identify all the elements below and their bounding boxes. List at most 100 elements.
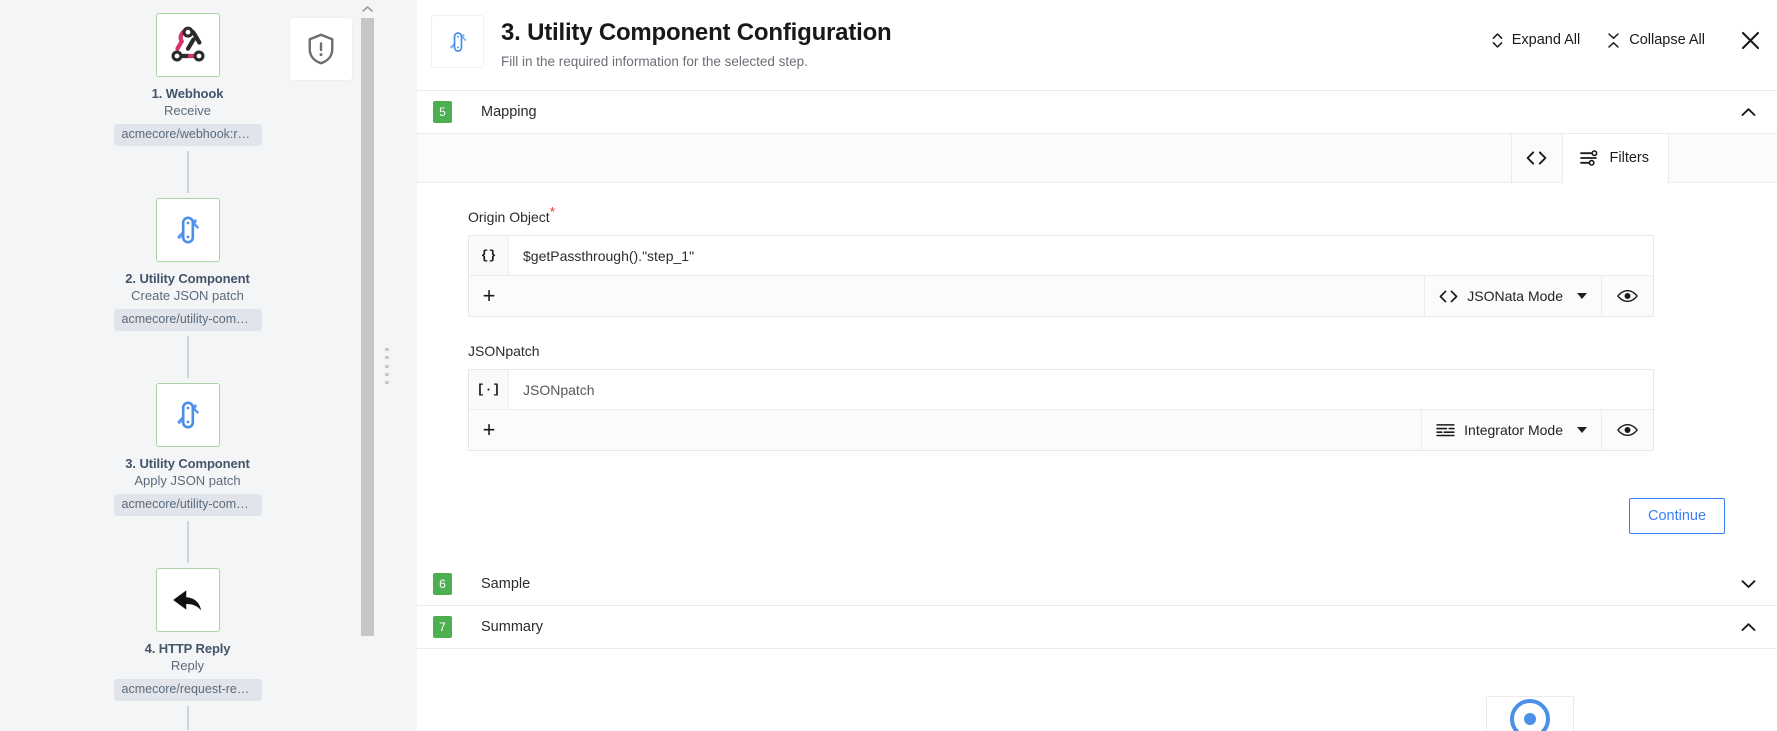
integrator-list-icon bbox=[1436, 423, 1455, 437]
chevron-down-icon[interactable] bbox=[1739, 575, 1757, 593]
flow-connector bbox=[186, 706, 189, 730]
utility-component-icon bbox=[167, 209, 209, 251]
field-block-jsonpatch: JSONpatch [·] JSONpatch + Integrator Mod… bbox=[468, 343, 1737, 451]
toolbar-right-spacer bbox=[1669, 134, 1777, 183]
utility-component-icon bbox=[442, 26, 474, 58]
flow-node-subtitle: Apply JSON patch bbox=[134, 473, 241, 488]
origin-object-mode-label: JSONata Mode bbox=[1467, 288, 1563, 304]
array-type-icon[interactable]: [·] bbox=[469, 370, 509, 409]
expand-vertical-icon bbox=[1492, 32, 1503, 49]
page-title: 3. Utility Component Configuration bbox=[501, 19, 892, 46]
shield-alert-badge[interactable] bbox=[290, 18, 352, 80]
chevron-up-icon[interactable] bbox=[1739, 618, 1757, 636]
flow-node-icon-tile[interactable] bbox=[155, 198, 220, 262]
flow-node-component-chip: acmecore/utility-compo... bbox=[113, 309, 262, 331]
flow-node-icon-tile[interactable] bbox=[155, 568, 220, 632]
header-step-icon-box bbox=[431, 15, 484, 68]
jsonpatch-mode-label: Integrator Mode bbox=[1464, 422, 1563, 438]
expand-all-button[interactable]: Expand All bbox=[1492, 32, 1581, 49]
chevron-down-icon bbox=[1577, 293, 1587, 299]
close-icon bbox=[1740, 30, 1761, 51]
grip-dot bbox=[385, 364, 389, 368]
code-brackets-icon bbox=[1439, 290, 1458, 303]
jsonpatch-footer: + Integrator Mode bbox=[469, 410, 1653, 450]
flow-node-component-chip: acmecore/webhook:recei... bbox=[113, 124, 262, 146]
jsonpatch-preview-button[interactable] bbox=[1601, 410, 1653, 450]
flow-node-utility-component-2[interactable]: 2. Utility Component Create JSON patch a… bbox=[0, 198, 375, 331]
flow-node-list: 1. Webhook Receive acmecore/webhook:rece… bbox=[0, 0, 375, 731]
scrollbar-up-arrow-icon[interactable] bbox=[360, 0, 375, 17]
summary-avatar-tile[interactable] bbox=[1486, 696, 1574, 731]
object-type-icon[interactable]: {} bbox=[469, 236, 509, 275]
page-subtitle: Fill in the required information for the… bbox=[501, 54, 808, 69]
mapping-toolbar-actions: Filters bbox=[1510, 133, 1777, 183]
flow-node-title: 2. Utility Component bbox=[125, 271, 250, 286]
webhook-icon bbox=[166, 23, 210, 67]
header-text-group: 3. Utility Component Configuration Fill … bbox=[501, 15, 892, 70]
account-circle-icon bbox=[1509, 698, 1551, 731]
chevron-down-icon bbox=[1577, 427, 1587, 433]
flow-node-icon-tile[interactable] bbox=[155, 13, 220, 77]
jsonpatch-field-box: [·] JSONpatch + Integrator Mode bbox=[468, 369, 1654, 451]
continue-row: Continue bbox=[417, 451, 1777, 563]
continue-button[interactable]: Continue bbox=[1629, 498, 1725, 534]
flow-node-title: 1. Webhook bbox=[151, 86, 224, 101]
step-badge: 7 bbox=[433, 616, 452, 638]
jsonpatch-input[interactable]: JSONpatch bbox=[509, 370, 1653, 409]
flow-node-subtitle: Reply bbox=[170, 658, 205, 673]
header-actions: Expand All Collapse All bbox=[1465, 29, 1761, 51]
flow-diagram-panel: 1. Webhook Receive acmecore/webhook:rece… bbox=[0, 0, 417, 731]
filters-label: Filters bbox=[1609, 150, 1649, 166]
code-view-button[interactable] bbox=[1510, 133, 1562, 183]
jsonpatch-mode-select[interactable]: Integrator Mode bbox=[1421, 410, 1601, 450]
http-reply-arrow-icon bbox=[167, 579, 209, 621]
section-label: Summary bbox=[481, 619, 544, 635]
step-badge: 5 bbox=[433, 101, 452, 123]
code-brackets-icon bbox=[1526, 151, 1547, 165]
origin-object-label-text: Origin Object bbox=[468, 209, 550, 225]
origin-object-input[interactable]: $getPassthrough()."step_1" bbox=[509, 236, 1653, 275]
collapse-vertical-icon bbox=[1607, 32, 1620, 49]
filters-button[interactable]: Filters bbox=[1561, 133, 1669, 183]
flow-node-http-reply[interactable]: 4. HTTP Reply Reply acmecore/request-rep… bbox=[0, 568, 375, 701]
collapse-all-button[interactable]: Collapse All bbox=[1607, 32, 1705, 49]
shield-alert-icon bbox=[303, 31, 339, 67]
close-panel-button[interactable] bbox=[1739, 29, 1761, 51]
grip-dot bbox=[385, 348, 389, 351]
origin-object-row: {} $getPassthrough()."step_1" bbox=[469, 236, 1653, 276]
utility-component-icon bbox=[167, 394, 209, 436]
flow-node-icon-tile[interactable] bbox=[155, 383, 220, 447]
config-header: 3. Utility Component Configuration Fill … bbox=[417, 0, 1777, 91]
flow-panel-scrollbar[interactable] bbox=[360, 0, 375, 731]
section-header-summary[interactable]: 7 Summary bbox=[417, 606, 1777, 649]
filter-sliders-icon bbox=[1579, 150, 1599, 166]
jsonpatch-row: [·] JSONpatch bbox=[469, 370, 1653, 410]
flow-node-subtitle: Receive bbox=[164, 103, 211, 118]
origin-object-preview-button[interactable] bbox=[1601, 276, 1653, 316]
add-origin-object-row-button[interactable]: + bbox=[469, 276, 509, 316]
step-badge: 6 bbox=[433, 573, 452, 595]
collapse-all-label: Collapse All bbox=[1629, 32, 1705, 48]
add-jsonpatch-row-button[interactable]: + bbox=[469, 410, 509, 450]
configuration-panel: 3. Utility Component Configuration Fill … bbox=[417, 0, 1777, 731]
section-header-mapping[interactable]: 5 Mapping bbox=[417, 91, 1777, 134]
section-header-sample[interactable]: 6 Sample bbox=[417, 563, 1777, 606]
flow-connector bbox=[186, 521, 189, 563]
flow-node-utility-component-3[interactable]: 3. Utility Component Apply JSON patch ac… bbox=[0, 383, 375, 516]
flow-connector bbox=[186, 151, 189, 193]
eye-icon bbox=[1617, 289, 1638, 303]
panel-splitter-handle[interactable] bbox=[384, 348, 390, 384]
chevron-up-icon[interactable] bbox=[1739, 103, 1757, 121]
origin-object-label: Origin Object* bbox=[468, 204, 1737, 225]
section-label: Mapping bbox=[481, 104, 537, 120]
origin-object-footer: + JSONata Mode bbox=[469, 276, 1653, 316]
grip-dot bbox=[385, 356, 389, 360]
origin-object-mode-select[interactable]: JSONata Mode bbox=[1424, 276, 1601, 316]
eye-icon bbox=[1617, 423, 1638, 437]
flow-node-title: 3. Utility Component bbox=[125, 456, 250, 471]
flow-node-title: 4. HTTP Reply bbox=[144, 641, 231, 656]
section-label: Sample bbox=[481, 576, 531, 592]
expand-all-label: Expand All bbox=[1511, 32, 1581, 48]
scrollbar-thumb[interactable] bbox=[361, 18, 374, 636]
grip-dot bbox=[385, 381, 389, 384]
